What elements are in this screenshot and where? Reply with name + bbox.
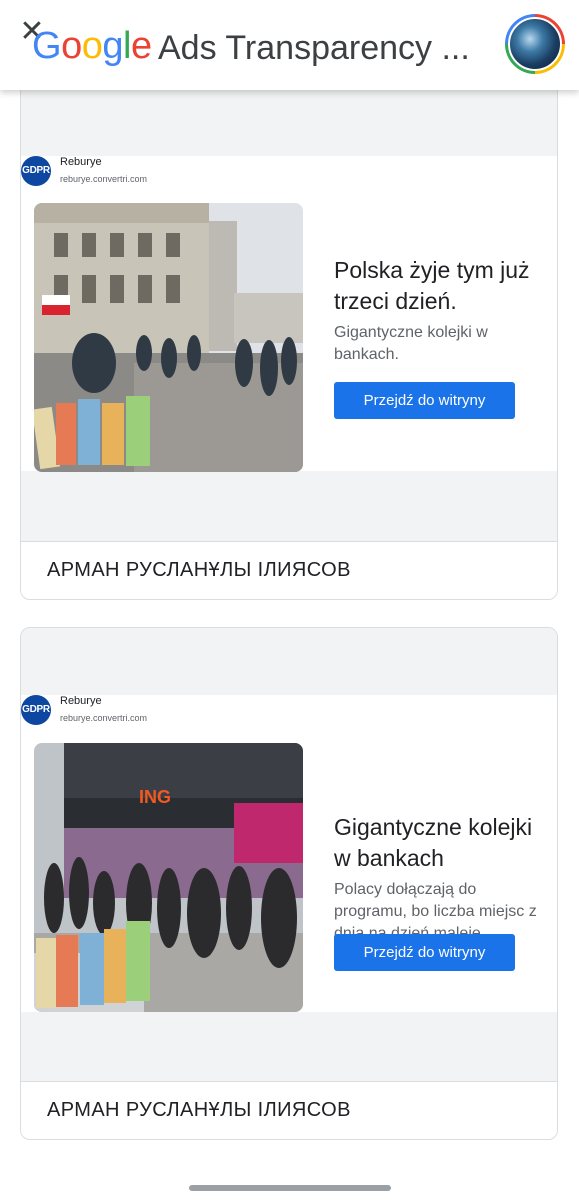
logo-letter: o [61,25,82,67]
ad-url: reburye.convertri.com [60,174,148,184]
ad-headline: Gigantyczne kolejki w bankach [334,814,533,871]
logo-letter: G [32,25,62,67]
advertiser-name[interactable]: АРМАН РУСЛАНҰЛЫ ІЛИЯСОВ [47,1099,351,1122]
app-header: ✕ Google Ads Transparency ... [0,0,579,90]
card-footer: АРМАН РУСЛАНҰЛЫ ІЛИЯСОВ [21,541,557,599]
ad-creative[interactable]: GDPR Reburye reburye.convertri.com Polsk… [21,156,557,472]
ad-preview: GDPR Reburye reburye.convertri.com Polsk… [21,79,557,541]
ad-card[interactable]: GDPR Reburye reburye.convertri.com Polsk… [20,78,558,600]
visit-site-button[interactable]: Przejdź do witryny [334,934,515,971]
advertiser-logo: GDPR [21,695,51,725]
account-avatar[interactable] [505,14,565,74]
logo-letter: l [122,25,131,67]
ing-sign: ING [139,787,171,807]
avatar-image [508,17,562,71]
ad-image-graphic [34,203,303,472]
ad-preview: GDPR Reburye reburye.convertri.com ING G… [21,628,557,1081]
ad-headline: Polska żyje tym już trzeci dzień. [334,257,530,314]
ad-card[interactable]: GDPR Reburye reburye.convertri.com ING G… [20,627,558,1140]
ad-description: Gigantyczne kolejki w bankach. [334,324,488,363]
visit-site-button[interactable]: Przejdź do witryny [334,382,515,419]
ad-image-bank-queue[interactable] [34,203,303,472]
ad-image-graphic: ING [34,743,303,1012]
page-title: Ads Transparency ... [158,29,470,67]
logo-letter: g [102,25,123,67]
home-indicator[interactable] [189,1185,391,1191]
ad-advertiser-name: Reburye [60,695,102,707]
google-logo: Google [32,24,152,68]
ad-url: reburye.convertri.com [60,713,148,723]
logo-letter: o [81,25,103,67]
advertiser-name[interactable]: АРМАН РУСЛАНҰЛЫ ІЛИЯСОВ [47,559,351,582]
card-footer: АРМАН РУСЛАНҰЛЫ ІЛИЯСОВ [21,1081,557,1139]
ad-advertiser-name: Reburye [60,156,102,168]
ad-creative[interactable]: GDPR Reburye reburye.convertri.com ING G… [21,695,557,1012]
advertiser-logo: GDPR [21,156,51,186]
ad-image-ing-queue[interactable]: ING [34,743,303,1012]
logo-letter: e [130,25,152,67]
